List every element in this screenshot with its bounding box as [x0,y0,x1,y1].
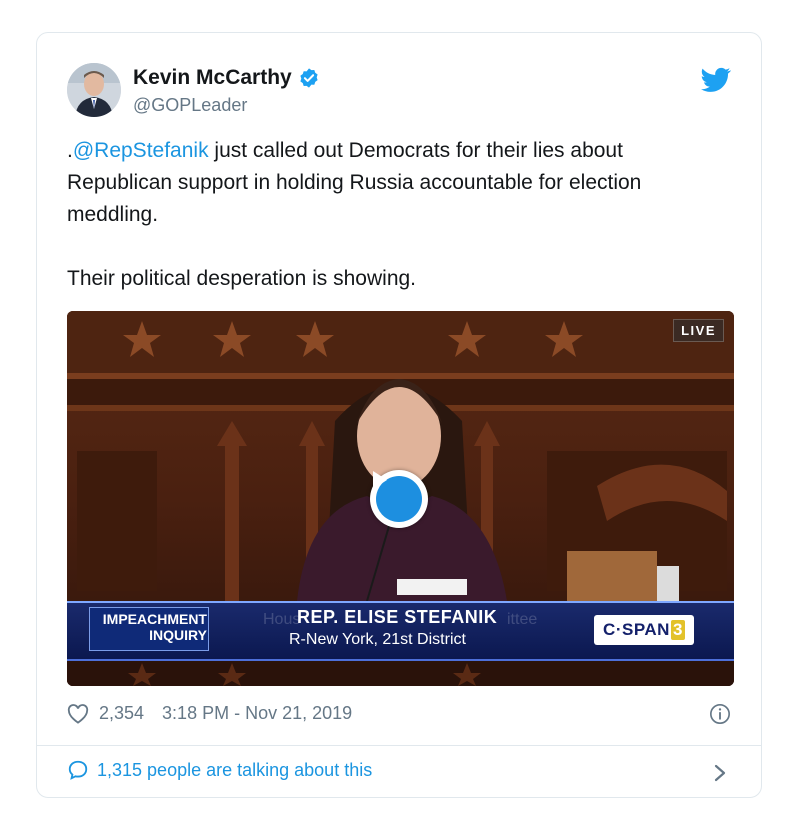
ghost-text-left: Hous [263,611,301,628]
tweet-meta: 2,354 3:18 PM - Nov 21, 2019 [67,703,352,724]
timestamp[interactable]: 3:18 PM - Nov 21, 2019 [162,703,352,724]
author-name[interactable]: Kevin McCarthy [133,66,320,90]
tweet-paragraph-2: Their political desperation is showing. [67,267,417,290]
tweet-card: Kevin McCarthy @GOPLeader .@RepStefanik … [36,32,762,798]
chevron-right-icon[interactable] [713,763,727,783]
play-button[interactable] [370,470,428,528]
mention-link[interactable]: @RepStefanik [73,139,209,162]
speaker-name: REP. ELISE STEFANIK [297,607,498,627]
author-name-text[interactable]: Kevin McCarthy [133,66,292,90]
heart-icon[interactable] [67,703,89,724]
speaker-district: R-New York, 21st District [289,631,466,648]
play-icon [373,471,387,489]
like-count[interactable]: 2,354 [99,703,144,724]
tweet-text: .@RepStefanik just called out Democrats … [67,135,727,295]
author-handle[interactable]: @GOPLeader [133,95,247,116]
play-icon-circle [373,471,422,522]
twitter-bird-icon[interactable] [701,67,731,93]
speech-bubble-icon [68,760,88,780]
info-icon[interactable] [709,703,731,725]
divider [37,745,761,746]
cspan-logo-text: C·SPAN [603,620,670,639]
impeachment-label: IMPEACHMENT INQUIRY [102,611,207,643]
lower-third-banner: IMPEACHMENT INQUIRY Hous ittee REP. ELIS… [67,601,734,661]
cspan-logo-number: 3 [670,620,685,640]
avatar[interactable] [67,63,121,117]
live-badge: LIVE [673,319,724,342]
tweet-paragraph-1: .@RepStefanik just called out Democrats … [67,135,727,231]
conversation-label[interactable]: 1,315 people are talking about this [97,760,372,781]
ghost-text-right: ittee [507,611,538,628]
verified-badge-icon [300,68,318,88]
conversation-link[interactable]: 1,315 people are talking about this [67,759,372,781]
video-player[interactable]: LIVE IMPEACHMENT INQUIRY Hous ittee REP.… [67,311,734,686]
cspan-logo: C·SPAN 3 [594,615,694,645]
